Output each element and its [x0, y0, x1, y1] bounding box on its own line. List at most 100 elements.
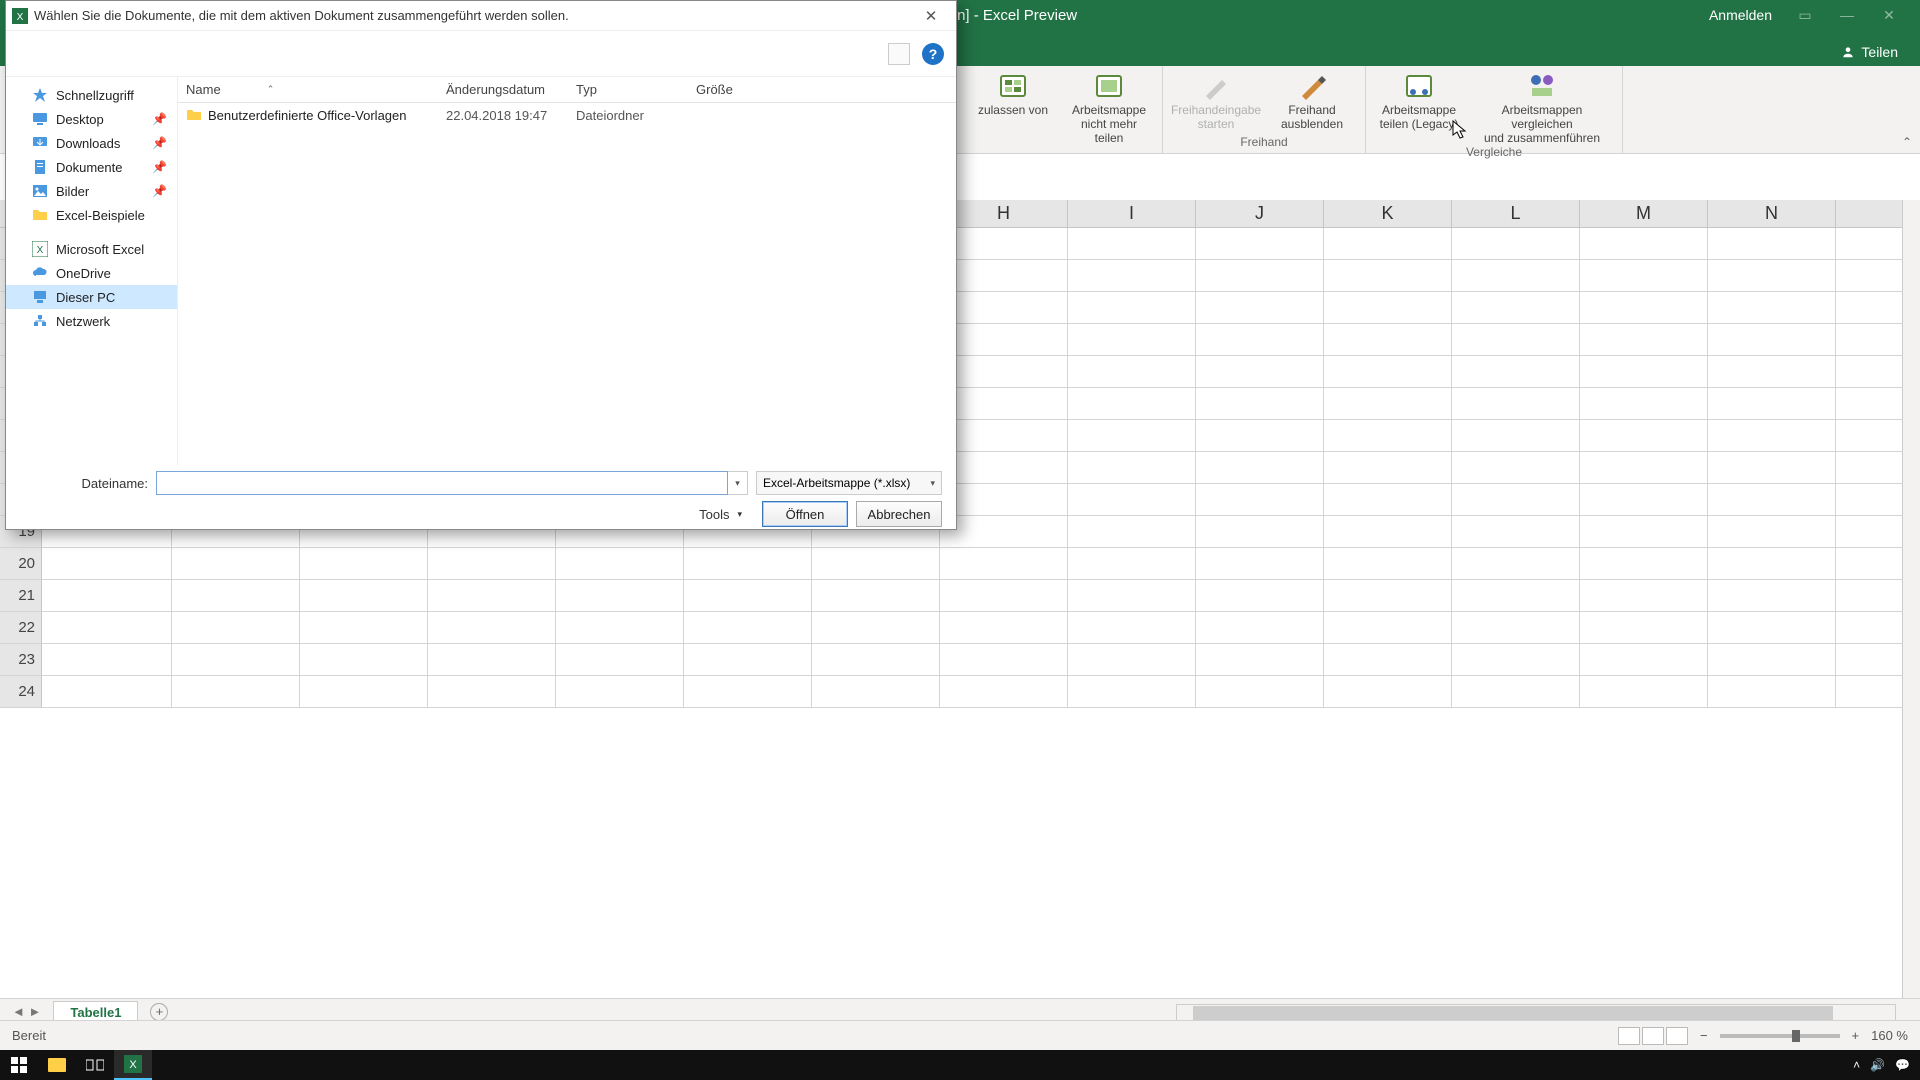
cell[interactable]: [1068, 516, 1196, 547]
cell[interactable]: [1068, 324, 1196, 355]
cell[interactable]: [1708, 548, 1836, 579]
cell[interactable]: [684, 676, 812, 707]
file-row[interactable]: Benutzerdefinierte Office-Vorlagen22.04.…: [178, 103, 956, 127]
cell[interactable]: [812, 676, 940, 707]
cell[interactable]: [428, 612, 556, 643]
cell[interactable]: [1708, 324, 1836, 355]
cell[interactable]: [1452, 548, 1580, 579]
view-buttons[interactable]: [1618, 1027, 1688, 1045]
cell[interactable]: [1196, 260, 1324, 291]
cell[interactable]: [1324, 580, 1452, 611]
header-date[interactable]: Änderungsdatum: [446, 82, 576, 97]
cell[interactable]: [1580, 580, 1708, 611]
zoom-in-icon[interactable]: +: [1852, 1028, 1860, 1043]
cell[interactable]: [812, 580, 940, 611]
cell[interactable]: [556, 676, 684, 707]
cell[interactable]: [684, 580, 812, 611]
cell[interactable]: [812, 548, 940, 579]
header-name[interactable]: Name: [186, 82, 221, 97]
ribbon-allow-from[interactable]: zulassen von: [970, 68, 1056, 145]
cell[interactable]: [428, 548, 556, 579]
cell[interactable]: [556, 644, 684, 675]
cell[interactable]: [1580, 228, 1708, 259]
cell[interactable]: [172, 548, 300, 579]
cell[interactable]: [1452, 580, 1580, 611]
grid-row[interactable]: 21: [0, 580, 1902, 612]
cell[interactable]: [1580, 420, 1708, 451]
start-button[interactable]: [0, 1050, 38, 1080]
col-I[interactable]: I: [1068, 200, 1196, 227]
col-J[interactable]: J: [1196, 200, 1324, 227]
cell[interactable]: [940, 356, 1068, 387]
cancel-button[interactable]: Abbrechen: [856, 501, 942, 527]
cell[interactable]: [1580, 452, 1708, 483]
cell[interactable]: [1196, 516, 1324, 547]
cell[interactable]: [1196, 388, 1324, 419]
help-button[interactable]: ?: [922, 43, 944, 65]
header-size[interactable]: Größe: [696, 82, 786, 97]
cell[interactable]: [1196, 292, 1324, 323]
nav-item[interactable]: Desktop📌: [6, 107, 177, 131]
window-close-icon[interactable]: ✕: [1880, 7, 1898, 24]
cell[interactable]: [1324, 644, 1452, 675]
grid-row[interactable]: 23: [0, 644, 1902, 676]
nav-item[interactable]: Schnellzugriff: [6, 83, 177, 107]
cell[interactable]: [1580, 324, 1708, 355]
cell[interactable]: [1324, 420, 1452, 451]
grid-row[interactable]: 24: [0, 676, 1902, 708]
nav-item[interactable]: Dieser PC: [6, 285, 177, 309]
cell[interactable]: [1324, 324, 1452, 355]
cell[interactable]: [1452, 452, 1580, 483]
filename-input[interactable]: [156, 471, 728, 495]
cell[interactable]: [1068, 292, 1196, 323]
cell[interactable]: [1196, 324, 1324, 355]
filetype-filter[interactable]: Excel-Arbeitsmappe (*.xlsx) ▾: [756, 471, 942, 495]
cell[interactable]: [1068, 548, 1196, 579]
row-number[interactable]: 21: [0, 580, 42, 611]
cell[interactable]: [172, 676, 300, 707]
cell[interactable]: [940, 324, 1068, 355]
zoom-slider[interactable]: [1720, 1034, 1840, 1038]
cell[interactable]: [940, 420, 1068, 451]
cell[interactable]: [940, 388, 1068, 419]
cell[interactable]: [300, 644, 428, 675]
cell[interactable]: [1196, 580, 1324, 611]
cell[interactable]: [1708, 228, 1836, 259]
cell[interactable]: [1068, 388, 1196, 419]
open-button[interactable]: Öffnen: [762, 501, 848, 527]
cell[interactable]: [1068, 644, 1196, 675]
cell[interactable]: [1580, 260, 1708, 291]
cell[interactable]: [1452, 292, 1580, 323]
cell[interactable]: [940, 484, 1068, 515]
cell[interactable]: [1196, 484, 1324, 515]
cell[interactable]: [1580, 548, 1708, 579]
file-list-headers[interactable]: Name⌃ Änderungsdatum Typ Größe: [178, 77, 956, 103]
cell[interactable]: [1324, 388, 1452, 419]
ribbon-collapse-icon[interactable]: ⌃: [1902, 135, 1912, 149]
cell[interactable]: [1580, 612, 1708, 643]
cell[interactable]: [42, 612, 172, 643]
cell[interactable]: [428, 676, 556, 707]
cell[interactable]: [556, 612, 684, 643]
cell[interactable]: [1708, 644, 1836, 675]
cell[interactable]: [940, 612, 1068, 643]
cell[interactable]: [940, 548, 1068, 579]
window-restore-icon[interactable]: ▭: [1796, 7, 1814, 24]
cell[interactable]: [1068, 580, 1196, 611]
cell[interactable]: [1324, 516, 1452, 547]
cell[interactable]: [1452, 644, 1580, 675]
filename-dropdown-icon[interactable]: ▾: [728, 471, 748, 495]
dialog-close-button[interactable]: ✕: [912, 4, 950, 28]
cell[interactable]: [1324, 676, 1452, 707]
cell[interactable]: [1708, 612, 1836, 643]
cell[interactable]: [1068, 612, 1196, 643]
cell[interactable]: [1196, 228, 1324, 259]
nav-item[interactable]: Bilder📌: [6, 179, 177, 203]
cell[interactable]: [172, 612, 300, 643]
row-number[interactable]: 20: [0, 548, 42, 579]
cell[interactable]: [1452, 260, 1580, 291]
cell[interactable]: [1580, 292, 1708, 323]
ribbon-compare-merge[interactable]: Arbeitsmappen vergleichen und zusammenfü…: [1472, 68, 1612, 145]
cell[interactable]: [1068, 356, 1196, 387]
cell[interactable]: [1580, 484, 1708, 515]
